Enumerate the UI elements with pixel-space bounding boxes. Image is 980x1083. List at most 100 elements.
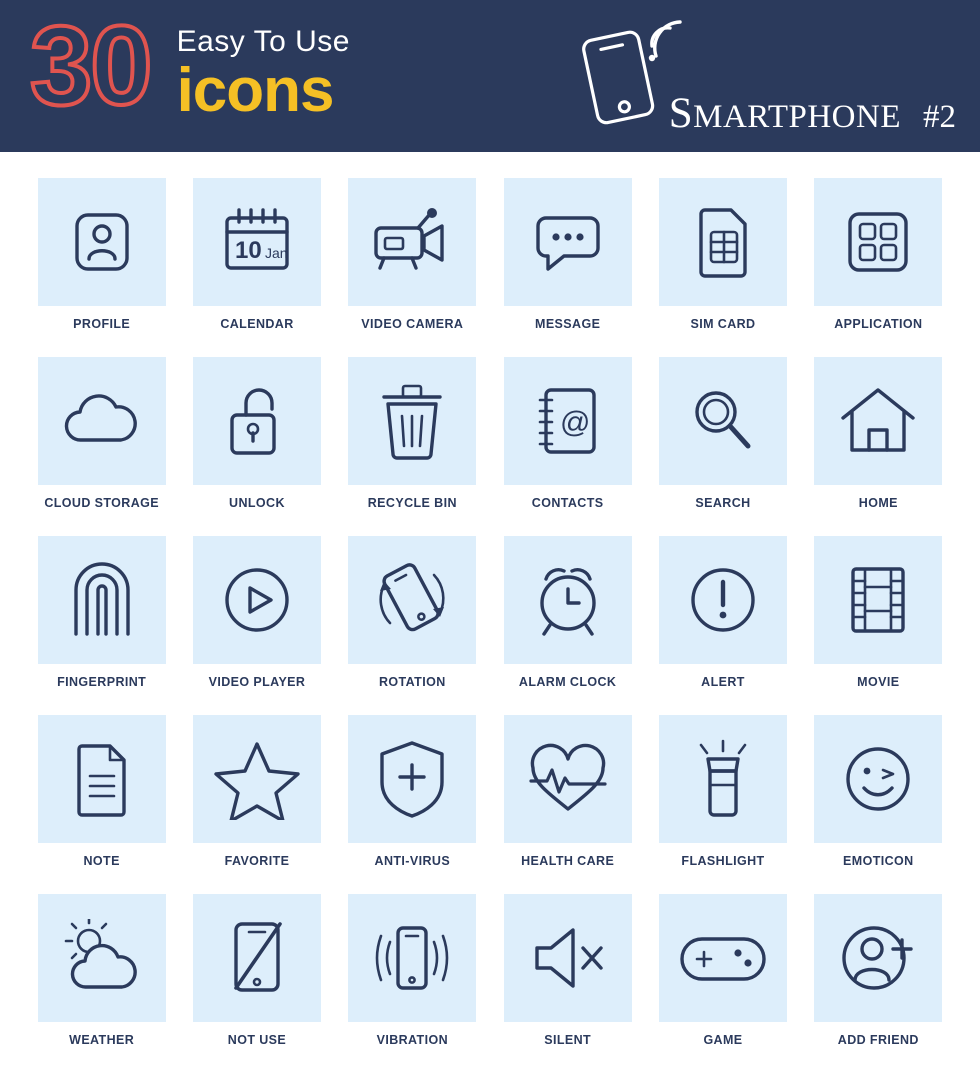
rotation-icon [379,563,445,632]
icon-cell-not-use[interactable]: NOT USE [179,894,334,1073]
header-left-group: 30 Easy To Use icons [28,3,350,128]
icon-label: MESSAGE [535,317,601,331]
header-words: Easy To Use icons [177,26,350,122]
icon-label: ADD FRIEND [837,1033,919,1047]
profile-icon [74,213,129,271]
icon-tile [814,536,943,664]
video-camera-icon [374,208,445,270]
header-tagline: Easy To Use [176,25,350,58]
silent-icon [534,928,603,988]
icon-label: HOME [858,496,898,510]
icon-label: RECYCLE BIN [367,496,457,510]
icon-tile [658,178,787,306]
icon-label: WEATHER [69,1033,135,1047]
icon-tile [658,715,787,843]
icon-label: HEALTH CARE [521,854,615,868]
icon-cell-cloud-storage[interactable]: CLOUD STORAGE [24,357,179,536]
icon-tile [814,894,943,1022]
sim-card-icon [699,208,747,278]
icon-tile [503,536,632,664]
icon-cell-home[interactable]: HOME [801,357,956,536]
icon-cell-vibration[interactable]: VIBRATION [335,894,490,1073]
icon-cell-alarm-clock[interactable]: ALARM CLOCK [490,536,645,715]
icon-label: CALENDAR [220,317,294,331]
icon-tile [37,178,166,306]
icon-cell-calendar[interactable]: 10 Jan CALENDAR [179,178,334,357]
icon-label: PROFILE [73,317,131,331]
icon-tile [192,715,321,843]
icon-label: UNLOCK [229,496,285,510]
icon-label: APPLICATION [834,317,923,331]
icon-cell-contacts[interactable]: @ CONTACTS [490,357,645,536]
calendar-month: Jan [265,245,288,261]
icon-cell-movie[interactable]: MOVIE [801,536,956,715]
flashlight-icon [699,739,747,817]
icon-tile [348,894,477,1022]
calendar-day: 10 [235,237,262,264]
icon-tile [192,894,321,1022]
icon-label: NOT USE [227,1033,287,1047]
icon-cell-health-care[interactable]: HEALTH CARE [490,715,645,894]
category-initial: S [668,90,694,137]
icon-cell-application[interactable]: APPLICATION [801,178,956,357]
icon-label: VIDEO CAMERA [361,317,464,331]
icon-label: ALERT [701,675,745,689]
icon-cell-alert[interactable]: ALERT [645,536,800,715]
icon-label: ROTATION [379,675,446,689]
calendar-icon: 10 Jan [225,208,289,270]
icon-tile [192,357,321,485]
icon-cell-search[interactable]: SEARCH [645,357,800,536]
icon-tile [348,357,477,485]
icon-cell-anti-virus[interactable]: ANTI-VIRUS [335,715,490,894]
header-banner: 30 Easy To Use icons SMARTPHONE #2 [0,0,980,152]
header-category: SMARTPHONE #2 [669,92,956,135]
icon-label: VIDEO PLAYER [208,675,306,689]
movie-icon [851,567,906,633]
weather-icon [64,919,137,989]
icon-tile [814,178,943,306]
icon-cell-video-camera[interactable]: VIDEO CAMERA [335,178,490,357]
icon-cell-video-player[interactable]: VIDEO PLAYER [179,536,334,715]
icon-cell-add-friend[interactable]: ADD FRIEND [801,894,956,1073]
search-icon [695,391,751,449]
icon-cell-fingerprint[interactable]: FINGERPRINT [24,536,179,715]
cloud-storage-icon [64,394,137,442]
icon-cell-silent[interactable]: SILENT [490,894,645,1073]
favorite-icon [214,742,300,820]
icon-label: SEARCH [695,496,751,510]
icon-label: ALARM CLOCK [518,675,617,689]
icon-cell-weather[interactable]: WEATHER [24,894,179,1073]
icon-tile [348,536,477,664]
icon-label: FAVORITE [224,854,290,868]
icon-tile [348,178,477,306]
icon-cell-unlock[interactable]: UNLOCK [179,357,334,536]
icon-cell-recycle-bin[interactable]: RECYCLE BIN [335,357,490,536]
icon-tile [814,715,943,843]
contacts-icon: @ [538,388,596,454]
icon-cell-favorite[interactable]: FAVORITE [179,715,334,894]
icon-label: VIBRATION [376,1033,449,1047]
icon-cell-emoticon[interactable]: EMOTICON [801,715,956,894]
icon-count: 30 [28,3,155,128]
icon-tile [37,715,166,843]
category-number: #2 [923,99,956,135]
icon-cell-profile[interactable]: PROFILE [24,178,179,357]
game-icon [680,937,766,981]
application-icon [848,212,909,272]
icon-label: GAME [703,1033,743,1047]
icon-cell-sim-card[interactable]: SIM CARD [645,178,800,357]
icon-cell-rotation[interactable]: ROTATION [335,536,490,715]
icon-label: FLASHLIGHT [681,854,765,868]
icon-label: MOVIE [857,675,900,689]
icon-tile [503,178,632,306]
icon-cell-game[interactable]: GAME [645,894,800,1073]
icon-cell-message[interactable]: MESSAGE [490,178,645,357]
icon-tile [814,357,943,485]
icon-cell-flashlight[interactable]: FLASHLIGHT [645,715,800,894]
icon-label: SIM CARD [690,317,756,331]
icon-label: CONTACTS [531,496,604,510]
icon-tile [658,357,787,485]
icon-cell-note[interactable]: NOTE [24,715,179,894]
home-icon [841,388,916,452]
icon-tile [503,894,632,1022]
